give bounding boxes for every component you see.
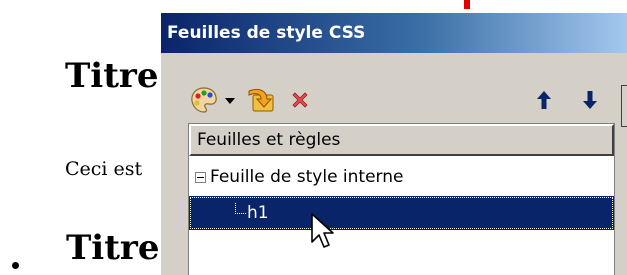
move-down-button[interactable] <box>577 85 603 115</box>
tree-item-internal-stylesheet[interactable]: Feuille de style interne <box>189 160 614 194</box>
tree-connector-icon <box>235 202 246 214</box>
chevron-down-icon <box>225 98 235 104</box>
dialog-titlebar[interactable]: Feuilles de style CSS <box>161 13 627 53</box>
list-bullet <box>12 262 19 269</box>
delete-stylesheet-button[interactable] <box>285 85 315 115</box>
dialog-title: Feuilles de style CSS <box>167 23 366 43</box>
document-heading-1: Titre <box>65 56 159 96</box>
import-stylesheet-button[interactable] <box>243 83 279 117</box>
column-header-label: Feuilles et règles <box>197 130 341 150</box>
tree-item-label: Feuille de style interne <box>210 167 404 187</box>
arrow-up-icon <box>537 91 551 109</box>
arrow-down-icon <box>583 91 597 109</box>
palette-icon <box>191 87 217 113</box>
collapse-icon[interactable] <box>195 171 206 183</box>
document-paragraph: Ceci est <box>65 158 143 180</box>
css-stylesheets-dialog: Feuilles de style CSS Feuilles et règles… <box>160 12 627 275</box>
red-marker <box>464 0 470 9</box>
move-up-button[interactable] <box>531 85 557 115</box>
dialog-toolbar <box>161 53 627 133</box>
tree-item-label: h1 <box>247 203 269 223</box>
side-panel-edge <box>621 85 627 127</box>
new-stylesheet-button[interactable] <box>187 83 221 117</box>
tree-column-header[interactable]: Feuilles et règles <box>189 124 614 156</box>
new-stylesheet-dropdown[interactable] <box>221 91 239 111</box>
tree-item-h1[interactable]: h1 <box>189 196 614 230</box>
rules-tree-panel[interactable]: Feuilles et règles Feuille de style inte… <box>188 123 615 275</box>
mouse-pointer-icon <box>311 213 334 248</box>
document-heading-2: Titre <box>66 228 160 268</box>
import-arrow-icon <box>248 88 274 112</box>
delete-x-icon <box>292 92 308 108</box>
